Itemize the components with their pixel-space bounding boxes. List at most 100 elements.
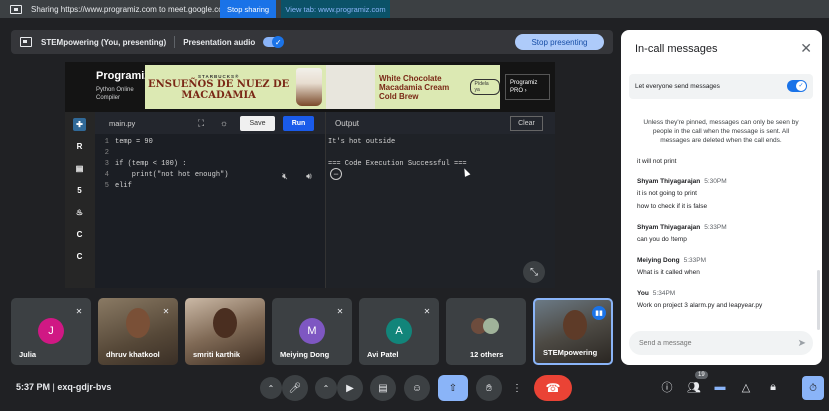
programiz-logo: Programiz [96, 70, 150, 82]
message-text: how to check if it is false [637, 203, 708, 210]
screen-share-icon [10, 4, 22, 14]
avatar: A [386, 318, 412, 344]
message-text: it is not going to print [637, 190, 697, 197]
chat-scrollbar[interactable] [817, 270, 820, 330]
participant-count-badge: 19 [695, 371, 708, 379]
setting-label: Let everyone send messages [635, 83, 720, 90]
language-sidebar: ✚ R ▤ 5 ♨ C C [65, 112, 95, 288]
participant-tile[interactable]: ✕ dhruv khatkool [98, 298, 178, 365]
activities-icon[interactable]: △ [737, 378, 755, 396]
cpp-icon[interactable]: C [73, 250, 86, 263]
video-feed [563, 310, 587, 340]
captions-icon[interactable]: ▤ [370, 375, 396, 401]
expand-icon[interactable]: ⤡ [523, 261, 545, 283]
tab-main-py[interactable]: main.py [109, 119, 135, 128]
timer-icon[interactable]: ⏱ [802, 376, 824, 400]
advertisement-banner: STARBUCKS® ENSUEÑOS DE NUEZ DE MACADAMIA… [145, 65, 500, 109]
participant-tile[interactable]: M ✕ Meiying Dong [272, 298, 352, 365]
chat-setting: Let everyone send messages [629, 74, 813, 99]
participant-name: STEMpowering [543, 348, 598, 357]
send-messages-toggle[interactable] [787, 80, 807, 92]
programiz-subtitle: Python Online Compiler [96, 87, 134, 101]
presentation-audio-toggle[interactable]: ✓ [263, 36, 285, 48]
participant-tile[interactable]: smriti karthik [185, 298, 265, 365]
save-button[interactable]: Save [240, 116, 275, 131]
camera-icon[interactable]: ▶ [337, 375, 363, 401]
microphone-icon[interactable]: 🎤︎ [282, 375, 308, 401]
meeting-code: exq-gdjr-bvs [57, 382, 112, 392]
participant-name: smriti karthik [193, 350, 241, 359]
fullscreen-icon[interactable]: ⛶ [195, 117, 207, 129]
programiz-pro-button[interactable]: Programiz PRO › [505, 74, 550, 100]
stop-sharing-button[interactable]: Stop sharing [220, 0, 276, 18]
send-message-input[interactable] [629, 331, 813, 355]
message-text: can you do !temp [637, 236, 687, 243]
ad-title: ENSUEÑOS DE NUEZ DE MACADAMIA [148, 78, 290, 101]
run-button[interactable]: Run [283, 116, 314, 131]
r-icon[interactable]: R [73, 140, 86, 153]
output-line: It's hot outside [328, 138, 396, 146]
code-line: 2 [104, 149, 109, 157]
mic-off-icon: ✕ [336, 306, 344, 316]
participant-tile-self[interactable]: ▮▮ STEMpowering [533, 298, 613, 365]
message-sender: Meiying Dong 5:33PM [637, 257, 707, 264]
presenter-name: STEMpowering (You, presenting) [41, 37, 167, 47]
more-options-icon[interactable]: ⋮ [507, 375, 527, 401]
message-text: it will not print [637, 158, 677, 165]
code-editor: main.py ⛶ ☼ Save Run 1 temp = 90 2 3 if (t… [95, 112, 325, 288]
video-feed [213, 308, 237, 338]
mic-off-icon: ✕ [423, 306, 431, 316]
stop-presenting-button[interactable]: Stop presenting [515, 34, 604, 50]
avatar: M [299, 318, 325, 344]
ad-product: White Chocolate Macadamia Cream Cold Bre… [378, 73, 450, 101]
participant-tile[interactable]: J ✕ Julia [11, 298, 91, 365]
html-icon[interactable]: 5 [73, 184, 86, 197]
leave-call-icon[interactable]: ☎ [534, 375, 572, 401]
pin-notice: Unless they're pinned, messages can only… [643, 119, 799, 144]
participant-name: dhruv khatkool [106, 350, 160, 359]
meeting-info: 5:37 PM | exq-gdjr-bvs [16, 382, 111, 392]
participant-tile[interactable]: 12 others [446, 298, 526, 365]
volume-icon[interactable]: 🔊︎ [301, 168, 317, 184]
output-header: Output Clear [326, 112, 555, 134]
python-icon[interactable]: ✚ [73, 118, 86, 131]
minimize-icon[interactable]: − [330, 168, 342, 180]
raise-hand-icon[interactable]: ✋︎ [476, 375, 502, 401]
mute-icon[interactable]: 🔇︎ [277, 168, 293, 184]
sql-icon[interactable]: ▤ [73, 162, 86, 175]
participant-name: 12 others [470, 350, 504, 359]
output-label: Output [335, 118, 360, 128]
output-line: === Code Execution Successful === [328, 160, 467, 168]
mic-off-icon: ✕ [162, 306, 170, 316]
participant-tile[interactable]: A ✕ Avi Patel [359, 298, 439, 365]
send-icon[interactable]: ➤ [798, 338, 806, 349]
meeting-details-icon[interactable]: ⓘ [658, 378, 676, 396]
java-icon[interactable]: ♨ [73, 206, 86, 219]
message-text: Work on project 3 alarm.py and leapyear.… [637, 302, 763, 309]
sharing-bar: Sharing https://www.programiz.com to mee… [0, 0, 829, 18]
view-tab-button[interactable]: View tab: www.programiz.com [281, 0, 390, 18]
chat-icon[interactable]: ▬ [711, 378, 729, 396]
audio-options-chevron-icon[interactable]: ⌃ [260, 377, 282, 399]
chat-title: In-call messages [635, 43, 718, 55]
participant-tiles: J ✕ Julia ✕ dhruv khatkool smriti karthi… [11, 298, 613, 365]
programiz-header: Programiz Python Online Compiler STARBUC… [65, 62, 555, 112]
message-sender: You 5:34PM [637, 290, 676, 297]
people-icon[interactable]: 👥︎ [685, 378, 703, 396]
host-controls-icon[interactable]: 🔒︎ [764, 378, 782, 396]
participant-name: Meiying Dong [280, 350, 330, 359]
output-text: It's hot outside === Code Execution Succ… [326, 134, 555, 173]
message-sender: Shyam Thiyagarajan 5:33PM [637, 224, 727, 231]
video-options-chevron-icon[interactable]: ⌃ [315, 377, 337, 399]
code-line: 1 temp = 90 [104, 138, 153, 146]
theme-icon[interactable]: ☼ [218, 117, 230, 129]
emoji-icon[interactable]: ☺ [404, 375, 430, 401]
c-icon[interactable]: C [73, 228, 86, 241]
present-screen-icon[interactable]: ⇧ [438, 375, 468, 401]
clock-time: 5:37 PM [16, 382, 51, 392]
close-icon[interactable]: ✕ [800, 40, 812, 57]
clear-button[interactable]: Clear [510, 116, 543, 131]
chat-message-list: it will not print Shyam Thiyagarajan 5:30… [621, 155, 822, 325]
ad-cta-button[interactable]: Pídela ya [469, 79, 500, 95]
